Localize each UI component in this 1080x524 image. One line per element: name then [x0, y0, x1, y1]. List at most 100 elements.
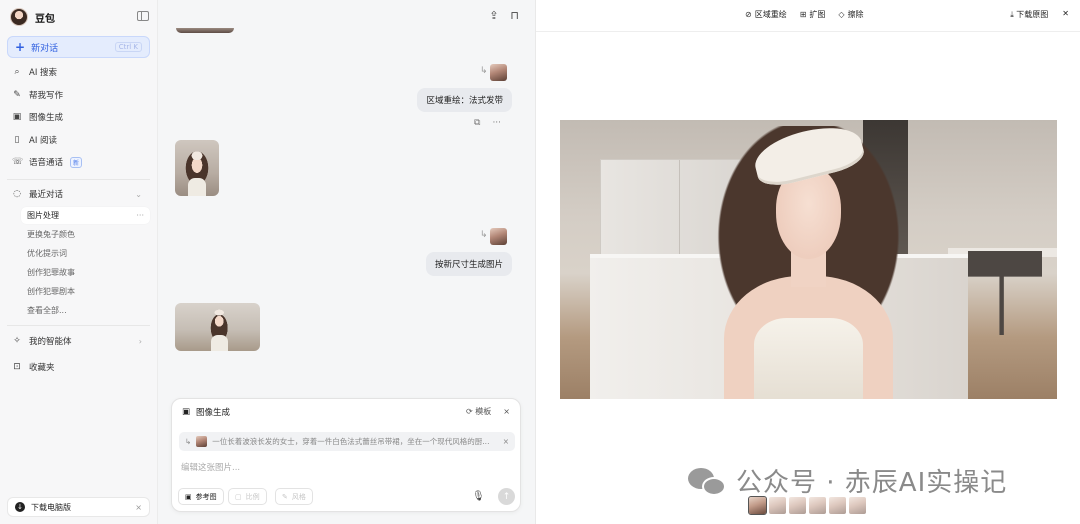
nav-my-agents[interactable]: ✧ 我的智能体 ›: [7, 332, 150, 350]
nav-writing[interactable]: ✎ 帮我写作: [7, 86, 150, 104]
new-chat-button[interactable]: + 新对话 Ctrl K: [7, 36, 150, 58]
brand-avatar: [10, 8, 28, 26]
bookmark-icon: ⊡: [13, 362, 21, 372]
close-icon[interactable]: ×: [503, 437, 509, 446]
preview-actions: ⤓ 下载原图 ✕: [1010, 9, 1069, 20]
inpaint-icon: ⊘: [745, 10, 752, 19]
recent-item-label: 优化提示词: [27, 249, 67, 258]
template-button[interactable]: ⟳ 模板: [466, 406, 491, 417]
chip-label: 参考图: [195, 492, 217, 501]
thumbnail-strip: [748, 496, 866, 515]
nav-label: 收藏夹: [29, 363, 55, 373]
image-preview-panel: ⊘ 区域重绘 ⊞ 扩图 ◇ 擦除 ⤓ 下载原图 ✕ 公众号 · 赤辰AI实操记: [535, 0, 1080, 524]
recent-item[interactable]: 创作犯罪剧本: [21, 283, 150, 300]
copy-icon[interactable]: ⧉: [474, 118, 480, 128]
thumbnail[interactable]: [789, 497, 806, 514]
nav-label: AI 搜索: [29, 68, 58, 78]
download-desktop-button[interactable]: ↓ 下载电脑版 ×: [7, 497, 150, 517]
nav-label: 我的智能体: [29, 337, 72, 347]
download-icon: ↓: [15, 502, 25, 512]
bookmark-icon[interactable]: ⊓: [510, 9, 519, 22]
download-original-button[interactable]: ⤓ 下载原图: [1010, 9, 1048, 20]
recent-item[interactable]: 优化提示词: [21, 245, 150, 262]
thumbnail[interactable]: [769, 497, 786, 514]
quoted-image-thumbnail[interactable]: [490, 64, 507, 81]
preview-toolbar: ⊘ 区域重绘 ⊞ 扩图 ◇ 擦除 ⤓ 下载原图 ✕: [536, 0, 1080, 32]
expand-icon: ⊞: [799, 10, 807, 19]
generated-image-portrait[interactable]: [175, 140, 219, 196]
more-icon[interactable]: ···: [492, 118, 501, 128]
recent-item-label: 创作犯罪剧本: [27, 287, 75, 296]
chip-label: 比例: [245, 492, 260, 501]
recent-item-label: 更换兔子颜色: [27, 230, 75, 239]
thumbnail[interactable]: [849, 497, 866, 514]
share-icon[interactable]: ⇪: [489, 9, 498, 22]
more-icon[interactable]: ···: [136, 211, 144, 220]
quote-icon: ↳: [480, 230, 488, 240]
user-message: 按新尺寸生成图片: [425, 252, 512, 276]
book-icon: ▯: [14, 135, 20, 145]
reference-thumbnail: [196, 436, 208, 447]
erase-button[interactable]: ◇ 擦除: [838, 9, 863, 20]
reference-prompt[interactable]: ↳ 一位长着波浪长发的女士，穿着一件白色法式蕾丝吊带裙，坐在一个现代风格的厨..…: [179, 432, 515, 451]
wechat-icon: [688, 465, 728, 497]
close-icon[interactable]: ×: [135, 503, 142, 512]
thumbnail[interactable]: [748, 496, 767, 515]
close-icon[interactable]: ×: [503, 407, 510, 416]
nav-ai-reading[interactable]: ▯ AI 阅读: [7, 131, 150, 149]
tool-label: 区域重绘: [754, 10, 787, 19]
recent-item-active[interactable]: 图片处理 ···: [21, 207, 150, 224]
preview-image[interactable]: [560, 120, 1057, 399]
style-button[interactable]: ✎ 风格: [275, 488, 313, 505]
microphone-icon[interactable]: 🎙: [472, 491, 485, 502]
quoted-image-thumbnail[interactable]: [490, 228, 507, 245]
previous-image-clip[interactable]: [176, 28, 234, 33]
recent-item[interactable]: 更换兔子颜色: [21, 226, 150, 243]
chat-bubble-icon: ◌: [13, 189, 21, 199]
chat-toolbar: ⇪ ⊓: [489, 9, 519, 22]
message-input[interactable]: 编辑这张图片...: [181, 461, 240, 473]
recent-item[interactable]: 创作犯罪故事: [21, 264, 150, 281]
tool-label: 扩图: [809, 10, 826, 19]
view-all-link[interactable]: 查看全部...: [21, 302, 150, 319]
divider: [7, 179, 150, 180]
nav-voice-call[interactable]: ☏ 语音通话 新: [7, 153, 150, 171]
generated-image-landscape[interactable]: [175, 303, 260, 351]
thumbnail[interactable]: [809, 497, 826, 514]
image-icon: ▣: [185, 492, 192, 501]
recent-item-label: 图片处理: [27, 211, 59, 220]
recent-item-label: 创作犯罪故事: [27, 268, 75, 277]
user-message: 区域重绘：法式发带: [417, 88, 512, 112]
thumbnail[interactable]: [829, 497, 846, 514]
sidebar-collapse-icon[interactable]: [137, 11, 149, 21]
nav-image-gen[interactable]: ▣ 图像生成: [7, 108, 150, 126]
close-icon[interactable]: ✕: [1062, 9, 1069, 20]
composer-mode: ▣ 图像生成: [182, 406, 230, 418]
eraser-icon: ◇: [838, 10, 845, 19]
send-button[interactable]: ↑: [498, 488, 515, 505]
composer: ▣ 图像生成 ⟳ 模板 × ↳ 一位长着波浪长发的女士，穿着一件白色法式蕾丝吊带…: [171, 398, 521, 512]
nav-label: 帮我写作: [29, 91, 64, 101]
sidebar: 豆包 + 新对话 Ctrl K ⌕ AI 搜索 ✎ 帮我写作 ▣ 图像生成 ▯ …: [0, 0, 158, 524]
expand-button[interactable]: ⊞ 扩图: [800, 9, 826, 20]
search-icon: ⌕: [14, 67, 20, 77]
nav-favorites[interactable]: ⊡ 收藏夹: [7, 358, 150, 376]
inpaint-button[interactable]: ⊘ 区域重绘: [745, 9, 787, 20]
nav-label: 图像生成: [29, 113, 64, 123]
reference-image-button[interactable]: ▣ 参考图: [178, 488, 224, 505]
ratio-button[interactable]: ▢ 比例: [228, 488, 267, 505]
download-icon: ⤓: [1010, 10, 1014, 19]
nav-label: AI 阅读: [29, 136, 58, 146]
new-badge: 新: [70, 156, 83, 168]
recent-chats-header[interactable]: ◌ 最近对话 ⌄: [7, 185, 150, 203]
composer-mode-label: 图像生成: [196, 408, 231, 418]
composer-header-actions: ⟳ 模板 ×: [466, 406, 510, 417]
phone-icon: ☏: [12, 157, 24, 167]
brush-icon: ✎: [282, 492, 288, 501]
nav-ai-search[interactable]: ⌕ AI 搜索: [7, 63, 150, 81]
download-label: 下载原图: [1016, 10, 1049, 19]
brand[interactable]: 豆包: [10, 7, 55, 27]
image-icon: ▣: [182, 407, 191, 417]
quote-icon: ↳: [480, 66, 488, 76]
download-label: 下载电脑版: [31, 502, 71, 512]
